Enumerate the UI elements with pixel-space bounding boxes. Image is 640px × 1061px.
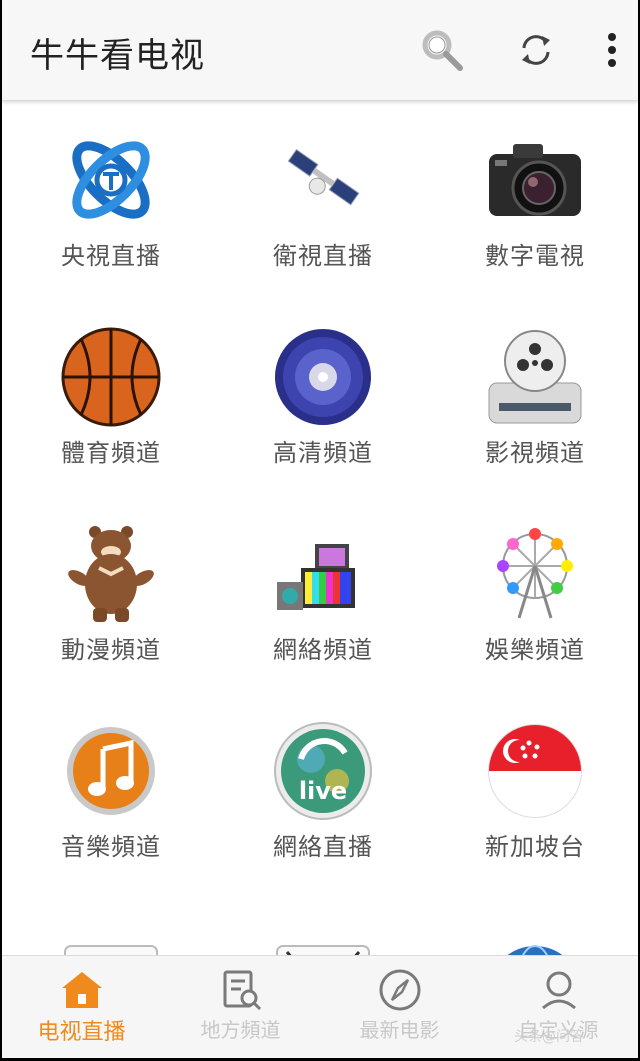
tv-sets-icon bbox=[277, 544, 355, 610]
category-anime[interactable]: 動漫頻道 bbox=[6, 498, 216, 688]
basketball-icon bbox=[61, 327, 161, 427]
watermark: 头条@问答 bbox=[514, 1029, 584, 1045]
nav-label: 电视直播 bbox=[37, 1020, 126, 1045]
category-label: 央視直播 bbox=[61, 242, 161, 270]
nav-latest-movies[interactable]: 最新电影 bbox=[320, 956, 479, 1058]
app-bar: 牛牛看电视 bbox=[2, 0, 638, 101]
category-label: 網絡直播 bbox=[273, 833, 373, 861]
category-label: 網絡頻道 bbox=[273, 636, 373, 664]
category-digital-tv[interactable]: 數字電視 bbox=[430, 104, 638, 294]
category-label: 數字電視 bbox=[485, 242, 585, 270]
category-label: 衛視直播 bbox=[273, 242, 373, 270]
singapore-flag-icon bbox=[488, 724, 582, 818]
user-icon bbox=[541, 971, 576, 1010]
category-music[interactable]: 音樂頻道 bbox=[6, 695, 216, 885]
category-satellite[interactable]: 衛視直播 bbox=[218, 104, 428, 294]
refresh-icon bbox=[522, 35, 550, 65]
category-entertainment[interactable]: 娛樂頻道 bbox=[430, 498, 638, 688]
search-icon bbox=[422, 30, 463, 71]
app-title: 牛牛看电视 bbox=[30, 36, 205, 76]
nav-label: 最新电影 bbox=[359, 1018, 440, 1042]
search-button[interactable] bbox=[418, 26, 466, 74]
nav-local-channels[interactable]: 地方頻道 bbox=[161, 956, 320, 1058]
more-options-button[interactable] bbox=[592, 26, 638, 74]
disc-icon bbox=[275, 329, 371, 425]
category-movies[interactable]: 影視頻道 bbox=[430, 301, 638, 491]
category-singapore[interactable]: 新加坡台 bbox=[430, 695, 638, 885]
category-sports[interactable]: 體育頻道 bbox=[6, 301, 216, 491]
home-icon bbox=[61, 972, 102, 1008]
cartoon-bear-icon bbox=[68, 526, 154, 622]
ferris-wheel-icon bbox=[497, 528, 573, 619]
category-label: 體育頻道 bbox=[61, 439, 161, 467]
cctv-logo-icon bbox=[72, 141, 150, 219]
nav-tv-live[interactable]: 电视直播 bbox=[2, 956, 161, 1058]
category-label: 娛樂頻道 bbox=[485, 636, 585, 664]
category-live-stream[interactable]: live 網絡直播 bbox=[218, 695, 428, 885]
category-label: 高清頻道 bbox=[273, 439, 373, 467]
category-hd[interactable]: 高清頻道 bbox=[218, 301, 428, 491]
app-screen: 牛牛看电视 央視直播 衛視直播 數字電視 體育頻道 高清頻道 影視頻道 動漫頻道… bbox=[2, 0, 638, 1058]
category-label: 音樂頻道 bbox=[61, 833, 161, 861]
compass-icon bbox=[379, 969, 420, 1011]
category-label: 影視頻道 bbox=[485, 439, 585, 467]
local-search-icon bbox=[223, 970, 261, 1011]
more-vertical-icon bbox=[608, 33, 616, 67]
live-badge-text: live bbox=[299, 777, 347, 805]
category-label: 新加坡台 bbox=[485, 833, 585, 861]
film-reel-icon bbox=[488, 330, 582, 424]
category-label: 動漫頻道 bbox=[61, 636, 161, 664]
refresh-button[interactable] bbox=[512, 26, 560, 74]
category-network[interactable]: 網絡頻道 bbox=[218, 498, 428, 688]
nav-label: 地方頻道 bbox=[200, 1018, 281, 1042]
category-cctv[interactable]: 央視直播 bbox=[6, 104, 216, 294]
satellite-icon bbox=[287, 148, 360, 206]
live-icon: live bbox=[274, 722, 372, 820]
camera-icon bbox=[489, 144, 581, 216]
music-note-icon bbox=[67, 727, 155, 815]
